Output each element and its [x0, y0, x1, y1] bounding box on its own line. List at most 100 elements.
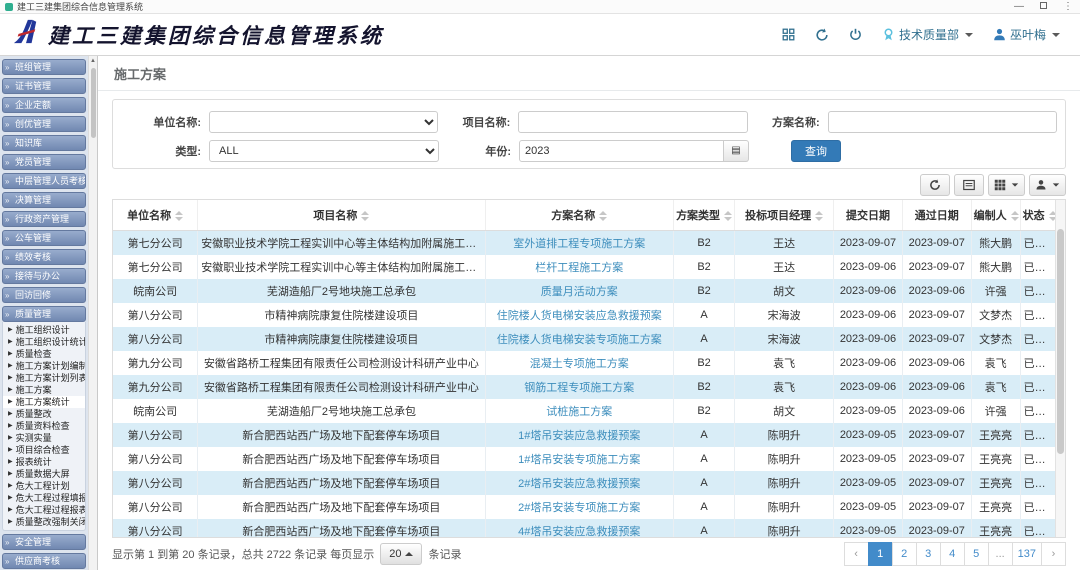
- window-menu-button[interactable]: ⋮: [1063, 2, 1073, 12]
- plan-link[interactable]: 室外道排工程专项施工方案: [513, 238, 645, 250]
- sidebar-item-行政资产管理[interactable]: »行政资产管理: [2, 211, 86, 227]
- column-header-方案类型[interactable]: 方案类型: [673, 200, 734, 231]
- table-scrollbar[interactable]: [1055, 200, 1065, 537]
- cell-项目名称: 市精神病院康复住院楼建设项目: [198, 327, 485, 351]
- refresh-table-button[interactable]: [920, 174, 950, 196]
- sidebar-item-企业定额[interactable]: »企业定额: [2, 97, 86, 113]
- sidebar-top-items: »班组管理 »证书管理 »企业定额 »创优管理 »知识库 »党员管理 »中层管理人员考核 »决…: [2, 59, 86, 303]
- page-button-1[interactable]: 1: [868, 542, 893, 566]
- plan-link[interactable]: 1#塔吊安装应急救援预案: [518, 430, 640, 442]
- sidebar-item-公车管理[interactable]: »公车管理: [2, 230, 86, 246]
- column-header-方案名称[interactable]: 方案名称: [485, 200, 673, 231]
- submenu-item-实测实量[interactable]: ▶实测实量: [3, 432, 85, 444]
- sidebar-item-知识库[interactable]: »知识库: [2, 135, 86, 151]
- export-button[interactable]: [1029, 174, 1066, 196]
- cell-状态: 已审核: [1020, 399, 1055, 423]
- sidebar-group-quality[interactable]: » 质量管理: [2, 306, 86, 322]
- column-header-编制人[interactable]: 编制人: [971, 200, 1020, 231]
- table-footer: 显示第 1 到第 20 条记录，总共 2722 条记录 每页显示 20 条记录 …: [112, 538, 1066, 570]
- refresh-icon[interactable]: [815, 28, 829, 42]
- sidebar-item-中层管理人员考核[interactable]: »中层管理人员考核: [2, 173, 86, 189]
- submenu-item-危大工程过程填报[interactable]: ▶危大工程过程填报: [3, 492, 85, 504]
- toggle-view-button[interactable]: [954, 174, 984, 196]
- cell-项目名称: 新合肥西站西广场及地下配套停车场项目: [198, 447, 485, 471]
- plan-link[interactable]: 质量月活动方案: [541, 286, 618, 298]
- scroll-up-icon[interactable]: ▲: [89, 58, 97, 64]
- submenu-item-质量资料检查[interactable]: ▶质量资料检查: [3, 420, 85, 432]
- calendar-button[interactable]: ▤: [724, 140, 749, 162]
- minimize-button[interactable]: —: [1014, 2, 1024, 12]
- plan-link[interactable]: 1#塔吊安装专项施工方案: [518, 454, 640, 466]
- plan-link[interactable]: 钢筋工程专项施工方案: [524, 382, 634, 394]
- submenu-item-施工方案计划列表[interactable]: ▶施工方案计划列表: [3, 372, 85, 384]
- submenu-item-报表统计[interactable]: ▶报表统计: [3, 456, 85, 468]
- submenu-item-质量检查[interactable]: ▶质量检查: [3, 348, 85, 360]
- submenu-item-质量整改强制关闭[interactable]: ▶质量整改强制关闭: [3, 516, 85, 528]
- page-button-2[interactable]: 2: [892, 542, 917, 566]
- plan-link[interactable]: 4#塔吊安装应急救援预案: [518, 526, 640, 538]
- cell-方案类型: B2: [673, 279, 734, 303]
- sidebar-item-安全管理[interactable]: »安全管理: [2, 534, 86, 550]
- power-icon[interactable]: [849, 28, 862, 41]
- table-scroll-thumb[interactable]: [1057, 229, 1064, 454]
- column-header-单位名称[interactable]: 单位名称: [113, 200, 198, 231]
- submenu-item-施工方案[interactable]: ▶施工方案: [3, 384, 85, 396]
- page-button-5[interactable]: 5: [964, 542, 989, 566]
- cell-方案类型: A: [673, 447, 734, 471]
- chevron-icon: »: [5, 213, 9, 227]
- sidebar-item-党员管理[interactable]: »党员管理: [2, 154, 86, 170]
- page-next-button[interactable]: ›: [1041, 542, 1066, 566]
- page-button-137[interactable]: 137: [1012, 542, 1042, 566]
- column-header-项目名称[interactable]: 项目名称: [198, 200, 485, 231]
- submenu-item-项目综合检查[interactable]: ▶项目综合检查: [3, 444, 85, 456]
- submenu-item-施工组织设计[interactable]: ▶施工组织设计: [3, 324, 85, 336]
- maximize-button[interactable]: [1040, 2, 1047, 9]
- page-button-...[interactable]: ...: [988, 542, 1013, 566]
- project-input[interactable]: [518, 111, 747, 133]
- sidebar-item-回访回修[interactable]: »回访回修: [2, 287, 86, 303]
- plan-link[interactable]: 混凝土专项施工方案: [530, 358, 629, 370]
- apps-grid-icon[interactable]: [782, 28, 795, 41]
- column-header-投标项目经理[interactable]: 投标项目经理: [735, 200, 834, 231]
- page-button-4[interactable]: 4: [940, 542, 965, 566]
- cell-项目名称: 市精神病院康复住院楼建设项目: [198, 303, 485, 327]
- sidebar-item-证书管理[interactable]: »证书管理: [2, 78, 86, 94]
- chevron-icon: »: [5, 308, 9, 322]
- sidebar-scroll-thumb[interactable]: [91, 68, 96, 138]
- sidebar-item-创优管理[interactable]: »创优管理: [2, 116, 86, 132]
- submenu-item-施工方案统计[interactable]: ▶施工方案统计: [3, 396, 85, 408]
- submenu-item-施工方案计划编制[interactable]: ▶施工方案计划编制: [3, 360, 85, 372]
- plan-link[interactable]: 2#塔吊安装应急救援预案: [518, 478, 640, 490]
- sidebar-item-决算管理[interactable]: »决算管理: [2, 192, 86, 208]
- department-dropdown[interactable]: 技术质量部: [882, 26, 973, 43]
- triangle-icon: ▶: [8, 396, 13, 408]
- sidebar-item-供应商考核[interactable]: »供应商考核: [2, 553, 86, 569]
- sidebar-item-接待与办公[interactable]: »接待与办公: [2, 268, 86, 284]
- user-dropdown[interactable]: 巫叶梅: [993, 26, 1060, 43]
- plan-link[interactable]: 住院楼人货电梯安装应急救援预案: [497, 310, 662, 322]
- page-prev-button[interactable]: ‹: [844, 542, 869, 566]
- sidebar-submenu: ▶施工组织设计▶施工组织设计统计▶质量检查▶施工方案计划编制▶施工方案计划列表▶…: [2, 322, 86, 531]
- search-button[interactable]: 查询: [791, 140, 841, 162]
- submenu-item-质量数据大屏[interactable]: ▶质量数据大屏: [3, 468, 85, 480]
- sidebar-item-绩效考核[interactable]: »绩效考核: [2, 249, 86, 265]
- plan-link[interactable]: 试桩施工方案: [546, 406, 612, 418]
- columns-button[interactable]: [988, 174, 1025, 196]
- plan-link[interactable]: 住院楼人货电梯安装专项施工方案: [497, 334, 662, 346]
- page-button-3[interactable]: 3: [916, 542, 941, 566]
- cell-状态: 已审核: [1020, 495, 1055, 519]
- year-input[interactable]: [519, 140, 724, 162]
- plan-link[interactable]: 2#塔吊安装专项施工方案: [518, 502, 640, 514]
- submenu-item-质量整改[interactable]: ▶质量整改: [3, 408, 85, 420]
- submenu-item-危大工程过程报表[interactable]: ▶危大工程过程报表: [3, 504, 85, 516]
- submenu-item-危大工程计划[interactable]: ▶危大工程计划: [3, 480, 85, 492]
- type-select[interactable]: ALL: [209, 140, 439, 162]
- plan-link[interactable]: 栏杆工程施工方案: [535, 262, 623, 274]
- sidebar-item-班组管理[interactable]: »班组管理: [2, 59, 86, 75]
- plan-input[interactable]: [828, 111, 1057, 133]
- column-header-状态[interactable]: 状态: [1020, 200, 1055, 231]
- unit-select[interactable]: [209, 111, 438, 133]
- sidebar-scrollbar[interactable]: ▲: [88, 56, 98, 570]
- page-size-button[interactable]: 20: [380, 543, 422, 565]
- submenu-item-施工组织设计统计[interactable]: ▶施工组织设计统计: [3, 336, 85, 348]
